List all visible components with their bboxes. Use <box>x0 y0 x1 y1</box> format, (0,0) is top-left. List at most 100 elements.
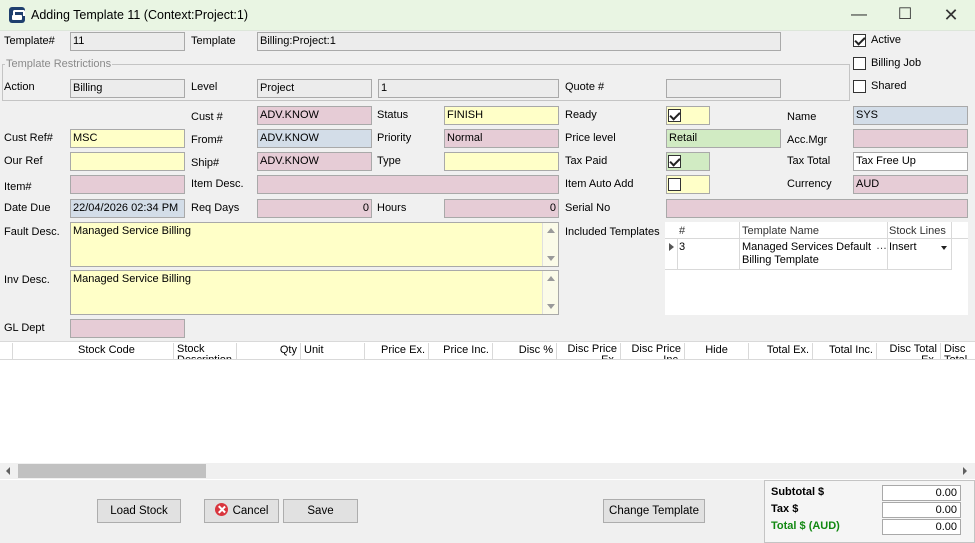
priority-field[interactable]: Normal <box>444 129 559 148</box>
inv-desc-memo[interactable]: Managed Service Billing <box>70 270 559 315</box>
shared-label: Shared <box>871 80 907 92</box>
col-price-inc[interactable]: Price Inc. <box>429 343 493 359</box>
tax-label: Tax $ <box>771 503 799 515</box>
template-label: Template <box>191 35 236 47</box>
scrollbar-thumb[interactable] <box>18 464 206 478</box>
col-total-ex[interactable]: Total Ex. <box>749 343 813 359</box>
col-disc-total-ex[interactable]: Disc Total Ex. <box>877 343 941 359</box>
hours-label: Hours <box>377 202 407 214</box>
inv-desc-text: Managed Service Billing <box>73 273 192 285</box>
cust-ref-label: Cust Ref# <box>4 132 53 144</box>
level-label: Level <box>191 81 218 93</box>
name-field[interactable]: SYS <box>853 106 968 125</box>
req-days-field[interactable]: 0 <box>257 199 372 218</box>
cancel-button[interactable]: Cancel <box>204 499 279 523</box>
inv-desc-label: Inv Desc. <box>4 274 50 286</box>
fault-desc-scrollbar[interactable] <box>542 223 558 266</box>
serial-no-field[interactable] <box>666 199 968 218</box>
fault-desc-memo[interactable]: Managed Service Billing <box>70 222 559 267</box>
dropdown-arrow-icon[interactable] <box>941 246 947 250</box>
active-checkbox[interactable] <box>853 34 866 47</box>
included-templates-grid[interactable]: # Template Name Stock Lines 3 Managed Se… <box>665 222 968 315</box>
tax-paid-label: Tax Paid <box>565 155 608 167</box>
currency-label: Currency <box>787 178 832 190</box>
subtotal-value: 0.00 <box>882 485 961 501</box>
total-value: 0.00 <box>882 519 961 535</box>
change-template-button[interactable]: Change Template <box>603 499 705 523</box>
col-hide[interactable]: Hide <box>685 343 749 359</box>
col-num: # <box>679 225 686 237</box>
template-restrictions-title: Template Restrictions <box>5 58 113 70</box>
level-id-field[interactable]: 1 <box>378 79 559 98</box>
ready-label: Ready <box>565 109 597 121</box>
cancel-icon <box>214 503 228 516</box>
ellipsis-icon[interactable]: … <box>876 240 887 252</box>
col-unit[interactable]: Unit <box>301 343 365 359</box>
template-num-field[interactable]: 11 <box>70 32 185 51</box>
scroll-up-icon[interactable] <box>547 228 555 233</box>
stock-lines-value[interactable]: Insert <box>889 241 917 253</box>
col-stock-description[interactable]: Stock Description <box>174 343 237 359</box>
tax-total-label: Tax Total <box>787 155 831 167</box>
cust-ref-field[interactable]: MSC <box>70 129 185 148</box>
col-qty[interactable]: Qty <box>237 343 301 359</box>
status-label: Status <box>377 109 409 121</box>
scroll-right-icon[interactable] <box>963 467 967 475</box>
name-label: Name <box>787 111 817 123</box>
hours-field[interactable]: 0 <box>444 199 559 218</box>
serial-no-label: Serial No <box>565 202 611 214</box>
date-due-field[interactable]: 22/04/2026 02:34 PM <box>70 199 185 218</box>
shared-checkbox[interactable] <box>853 80 866 93</box>
tax-value: 0.00 <box>882 502 961 518</box>
acc-mgr-field[interactable] <box>853 129 968 148</box>
our-ref-field[interactable] <box>70 152 185 171</box>
status-field[interactable]: FINISH <box>444 106 559 125</box>
quote-label: Quote # <box>565 81 605 93</box>
item-field[interactable] <box>70 175 185 194</box>
type-field[interactable] <box>444 152 559 171</box>
template-field[interactable]: Billing:Project:1 <box>257 32 781 51</box>
currency-field[interactable]: AUD <box>853 175 968 194</box>
scroll-down-icon[interactable] <box>547 256 555 261</box>
price-level-field[interactable]: Retail <box>666 129 781 148</box>
scroll-left-icon[interactable] <box>6 467 10 475</box>
load-stock-button[interactable]: Load Stock <box>97 499 181 523</box>
save-button[interactable]: Save <box>283 499 358 523</box>
maximize-icon[interactable]: ☐ <box>882 0 928 31</box>
action-field[interactable]: Billing <box>70 79 185 98</box>
ready-checkbox[interactable] <box>668 109 681 122</box>
scroll-up-icon[interactable] <box>547 276 555 281</box>
fault-desc-text: Managed Service Billing <box>73 225 192 237</box>
active-label: Active <box>871 34 901 46</box>
included-templates-label: Included Templates <box>565 226 660 238</box>
col-disc-total-inc[interactable]: Disc Total Inc. <box>941 343 975 360</box>
col-disc-price-inc[interactable]: Disc Price Inc. <box>621 343 685 359</box>
tax-paid-checkbox[interactable] <box>668 155 681 168</box>
quote-field[interactable] <box>666 79 781 98</box>
close-icon[interactable]: ✕ <box>928 0 974 31</box>
col-divider <box>12 343 13 359</box>
tax-total-field[interactable]: Tax Free Up <box>853 152 968 171</box>
level-field[interactable]: Project <box>257 79 372 98</box>
cust-num-field[interactable]: ADV.KNOW <box>257 106 372 125</box>
col-price-ex[interactable]: Price Ex. <box>365 343 429 359</box>
item-auto-add-checkbox[interactable] <box>668 178 681 191</box>
inv-desc-scrollbar[interactable] <box>542 271 558 314</box>
item-desc-field[interactable] <box>257 175 559 194</box>
billing-job-checkbox[interactable] <box>853 57 866 70</box>
req-days-label: Req Days <box>191 202 240 214</box>
item-label: Item# <box>4 181 32 193</box>
col-total-inc[interactable]: Total Inc. <box>813 343 877 359</box>
billing-job-label: Billing Job <box>871 57 922 69</box>
minimize-icon[interactable]: — <box>836 0 882 31</box>
scroll-down-icon[interactable] <box>547 304 555 309</box>
stock-grid[interactable] <box>0 341 975 480</box>
col-disc-pct[interactable]: Disc % <box>493 343 557 359</box>
gl-dept-field[interactable] <box>70 319 185 338</box>
ship-field[interactable]: ADV.KNOW <box>257 152 372 171</box>
from-field[interactable]: ADV.KNOW <box>257 129 372 148</box>
acc-mgr-label: Acc.Mgr <box>787 134 828 146</box>
col-stock-code[interactable]: Stock Code <box>75 343 174 359</box>
template-num-label: Template# <box>4 35 55 47</box>
col-disc-price-ex[interactable]: Disc Price Ex. <box>557 343 621 359</box>
